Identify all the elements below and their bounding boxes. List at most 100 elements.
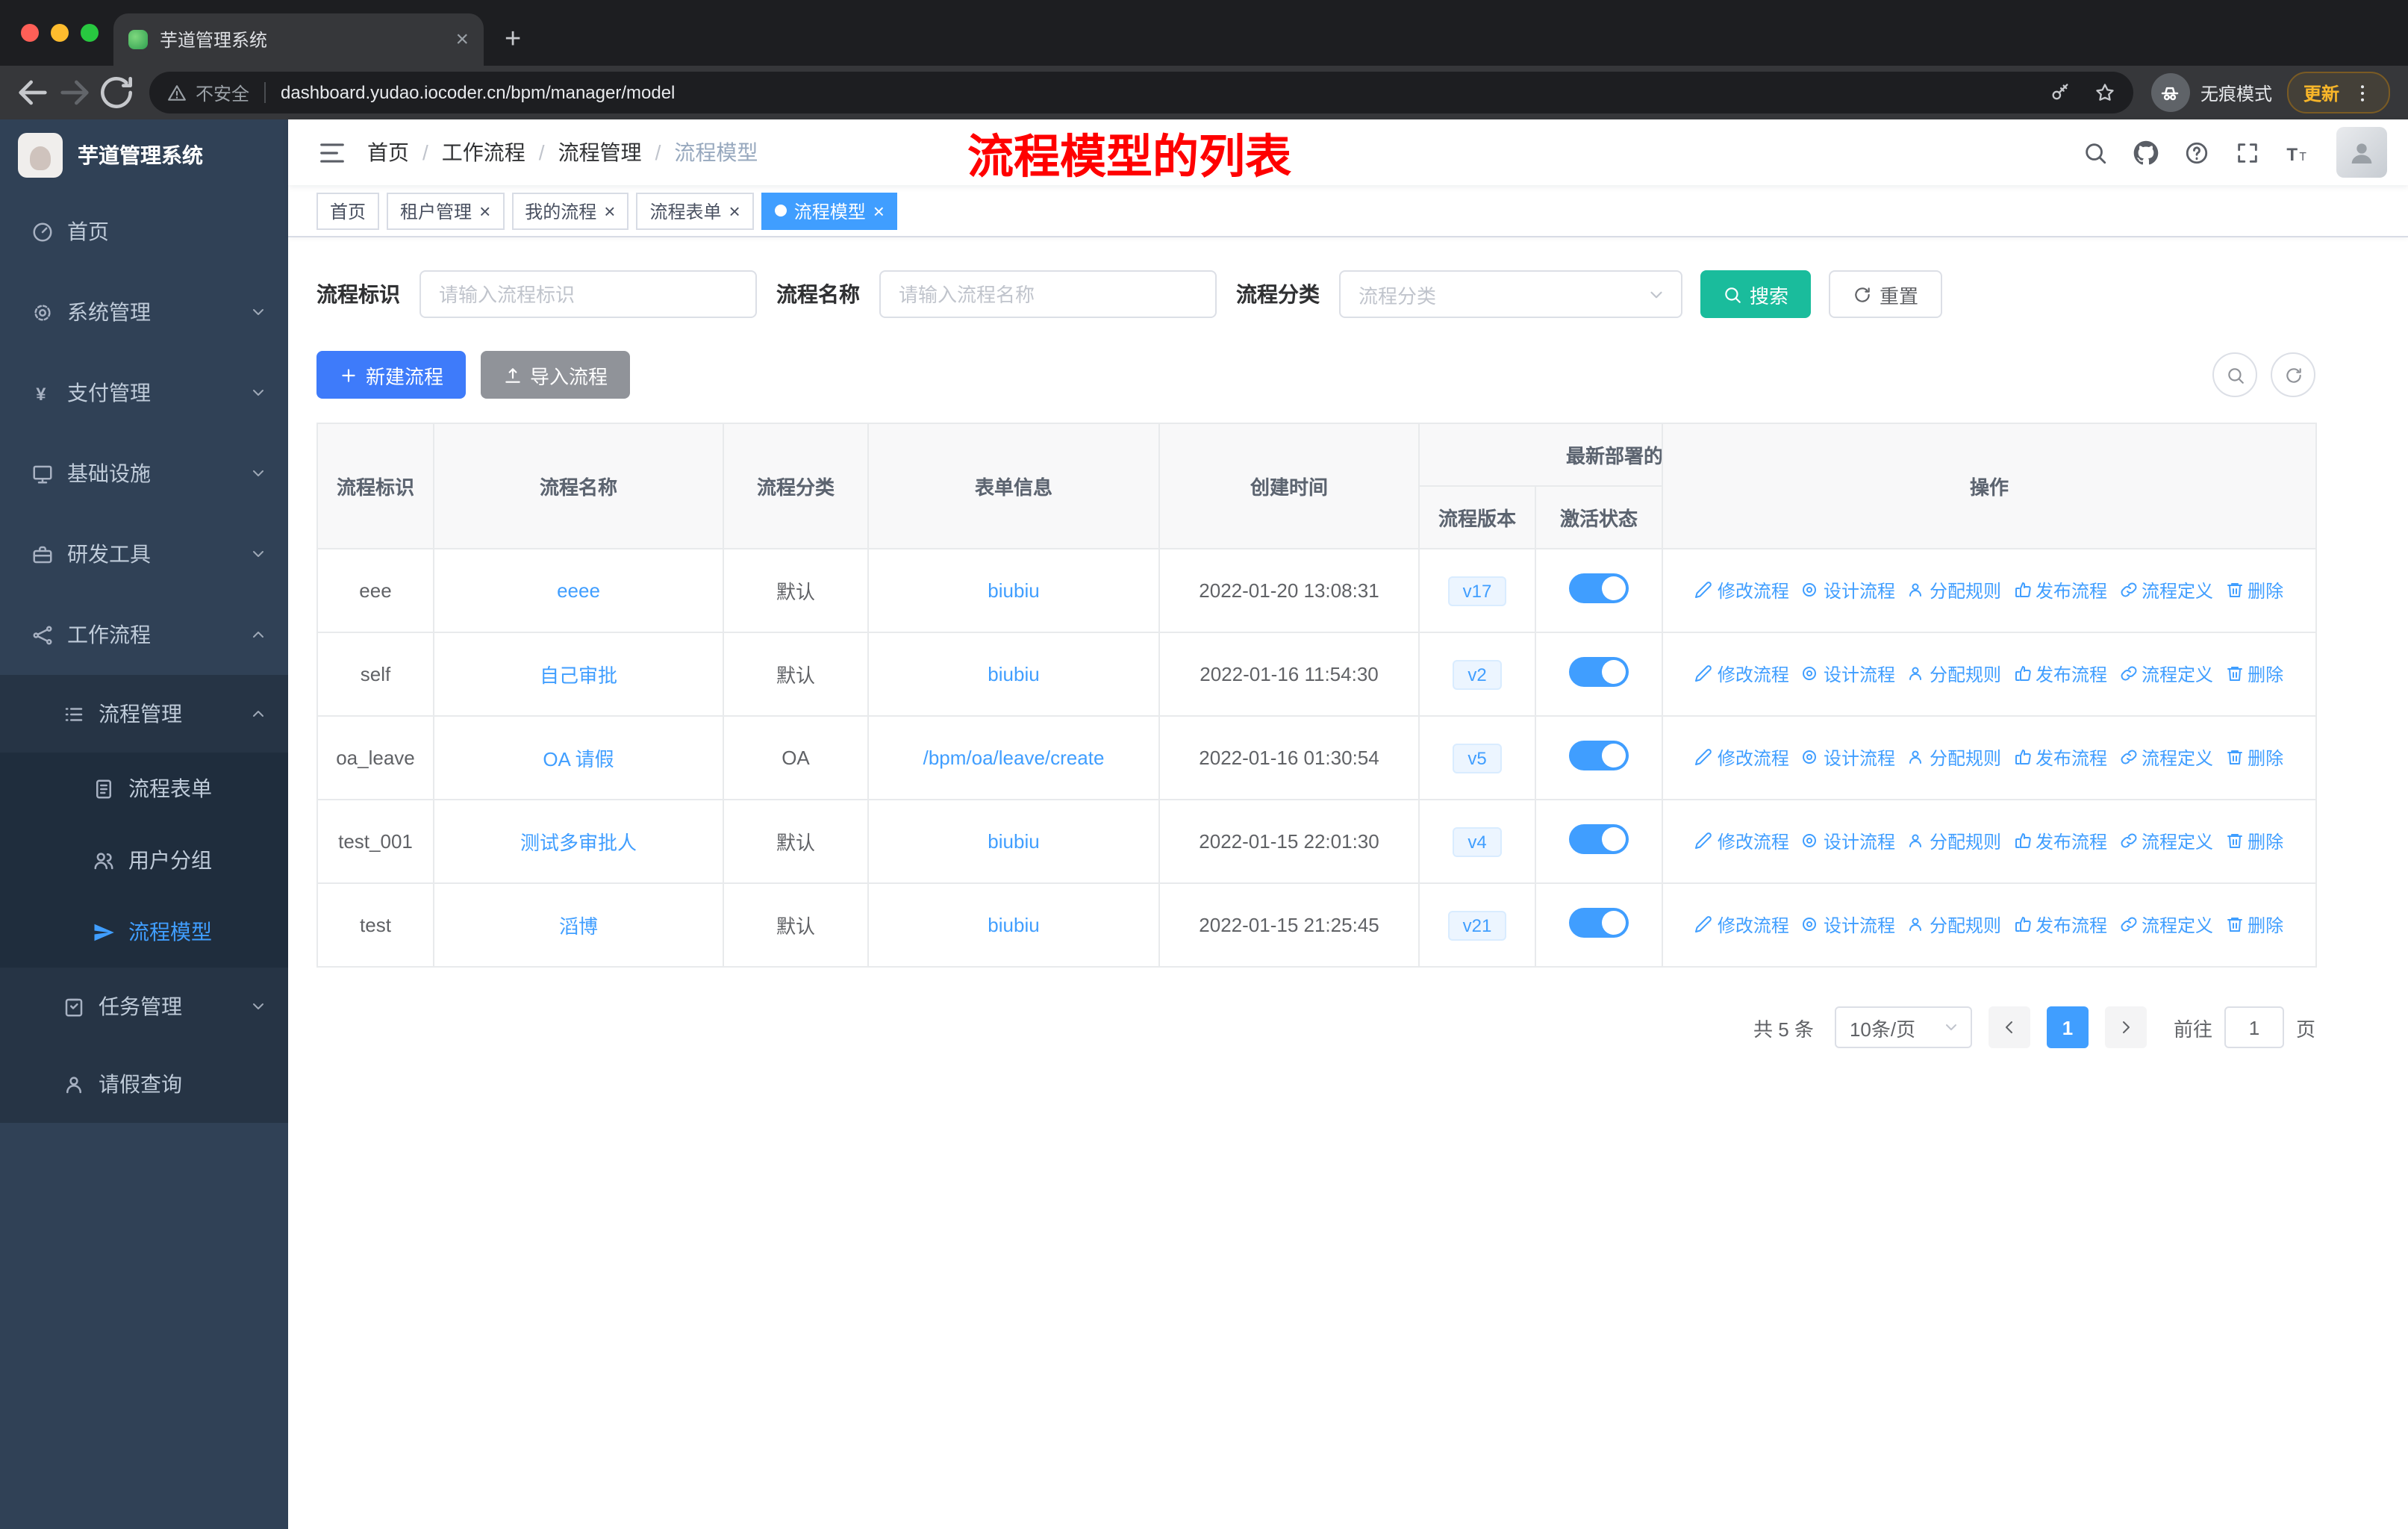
table-refresh-button[interactable] <box>2271 352 2315 397</box>
action-design-link[interactable]: 设计流程 <box>1801 661 1895 687</box>
breadcrumb-item[interactable]: 流程管理 <box>558 137 642 167</box>
browser-update-button[interactable]: 更新 <box>2286 72 2390 113</box>
search-button[interactable]: 搜索 <box>1700 270 1812 318</box>
tab-process-model[interactable]: 流程模型 × <box>761 192 898 229</box>
close-icon[interactable]: × <box>479 201 490 220</box>
process-name-link[interactable]: OA 请假 <box>543 748 614 770</box>
window-zoom-button[interactable] <box>81 24 99 42</box>
active-status-toggle[interactable] <box>1569 824 1629 854</box>
sidebar-item-home[interactable]: 首页 <box>0 191 288 272</box>
action-edit-link[interactable]: 修改流程 <box>1695 745 1789 770</box>
version-tag[interactable]: v21 <box>1447 910 1507 940</box>
github-icon[interactable] <box>2133 140 2159 165</box>
action-definition-link[interactable]: 流程定义 <box>2119 912 2213 938</box>
table-search-toggle-button[interactable] <box>2212 352 2257 397</box>
version-tag[interactable]: v2 <box>1453 659 1502 689</box>
action-definition-link[interactable]: 流程定义 <box>2119 578 2213 603</box>
sidebar-item-dev-tools[interactable]: 研发工具 <box>0 514 288 594</box>
back-button[interactable] <box>12 72 54 113</box>
password-key-icon[interactable] <box>2050 82 2071 103</box>
action-definition-link[interactable]: 流程定义 <box>2119 661 2213 687</box>
action-assign-rule-link[interactable]: 分配规则 <box>1907 578 2001 603</box>
process-name-link[interactable]: 滔博 <box>559 915 598 938</box>
action-publish-link[interactable]: 发布流程 <box>2013 661 2107 687</box>
close-icon[interactable]: × <box>729 201 740 220</box>
action-assign-rule-link[interactable]: 分配规则 <box>1907 745 2001 770</box>
tab-my-process[interactable]: 我的流程 × <box>511 192 629 229</box>
action-delete-link[interactable]: 删除 <box>2225 578 2283 603</box>
close-icon[interactable]: × <box>873 201 885 220</box>
user-avatar[interactable] <box>2336 127 2387 178</box>
action-design-link[interactable]: 设计流程 <box>1801 912 1895 938</box>
page-number-button[interactable]: 1 <box>2046 1006 2089 1048</box>
reset-button[interactable]: 重置 <box>1829 270 1943 318</box>
version-tag[interactable]: v4 <box>1453 826 1502 856</box>
goto-page-input[interactable] <box>2224 1006 2284 1048</box>
import-process-button[interactable]: 导入流程 <box>481 351 631 399</box>
action-delete-link[interactable]: 删除 <box>2225 745 2283 770</box>
sidebar-item-process-management[interactable]: 流程管理 <box>0 675 288 753</box>
action-edit-link[interactable]: 修改流程 <box>1695 912 1789 938</box>
create-process-button[interactable]: 新建流程 <box>316 351 467 399</box>
process-id-input[interactable] <box>419 270 757 318</box>
sidebar-item-leave-query[interactable]: 请假查询 <box>0 1045 288 1123</box>
action-publish-link[interactable]: 发布流程 <box>2013 578 2107 603</box>
window-minimize-button[interactable] <box>51 24 69 42</box>
action-design-link[interactable]: 设计流程 <box>1801 745 1895 770</box>
active-status-toggle[interactable] <box>1569 741 1629 770</box>
action-edit-link[interactable]: 修改流程 <box>1695 661 1789 687</box>
form-info-link[interactable]: biubiu <box>988 663 1039 685</box>
tab-close-icon[interactable]: × <box>455 28 469 51</box>
action-edit-link[interactable]: 修改流程 <box>1695 829 1789 854</box>
action-design-link[interactable]: 设计流程 <box>1801 578 1895 603</box>
active-status-toggle[interactable] <box>1569 908 1629 938</box>
form-info-link[interactable]: /bpm/oa/leave/create <box>923 747 1105 769</box>
version-tag[interactable]: v17 <box>1447 576 1507 605</box>
tab-home[interactable]: 首页 <box>316 192 380 229</box>
sidebar-collapse-button[interactable] <box>318 138 346 166</box>
action-assign-rule-link[interactable]: 分配规则 <box>1907 661 2001 687</box>
version-tag[interactable]: v5 <box>1453 743 1502 773</box>
window-close-button[interactable] <box>21 24 39 42</box>
new-tab-button[interactable]: + <box>505 25 521 54</box>
action-assign-rule-link[interactable]: 分配规则 <box>1907 829 2001 854</box>
process-name-link[interactable]: 测试多审批人 <box>520 832 637 854</box>
page-size-select[interactable]: 10条/页 <box>1834 1006 1972 1048</box>
prev-page-button[interactable] <box>1988 1006 2030 1048</box>
action-design-link[interactable]: 设计流程 <box>1801 829 1895 854</box>
process-name-link[interactable]: 自己审批 <box>540 664 617 687</box>
reload-button[interactable] <box>96 72 137 113</box>
process-name-link[interactable]: eeee <box>557 579 600 602</box>
active-status-toggle[interactable] <box>1569 657 1629 687</box>
font-size-icon[interactable]: TT <box>2286 140 2311 165</box>
action-publish-link[interactable]: 发布流程 <box>2013 829 2107 854</box>
sidebar-item-system[interactable]: 系统管理 <box>0 272 288 352</box>
process-category-select[interactable]: 流程分类 <box>1339 270 1682 318</box>
breadcrumb-item[interactable]: 工作流程 <box>442 137 525 167</box>
bookmark-star-icon[interactable] <box>2094 82 2115 103</box>
action-publish-link[interactable]: 发布流程 <box>2013 745 2107 770</box>
sidebar-item-payment[interactable]: ¥ 支付管理 <box>0 352 288 433</box>
action-assign-rule-link[interactable]: 分配规则 <box>1907 912 2001 938</box>
action-definition-link[interactable]: 流程定义 <box>2119 745 2213 770</box>
next-page-button[interactable] <box>2104 1006 2147 1048</box>
sidebar-item-process-model[interactable]: 流程模型 <box>0 896 288 968</box>
action-publish-link[interactable]: 发布流程 <box>2013 912 2107 938</box>
process-name-input[interactable] <box>879 270 1217 318</box>
address-bar[interactable]: 不安全 dashboard.yudao.iocoder.cn/bpm/manag… <box>149 72 2133 113</box>
form-info-link[interactable]: biubiu <box>988 914 1039 936</box>
action-delete-link[interactable]: 删除 <box>2225 661 2283 687</box>
help-icon[interactable] <box>2184 140 2209 165</box>
breadcrumb-item[interactable]: 首页 <box>367 137 409 167</box>
sidebar-item-workflow[interactable]: 工作流程 <box>0 594 288 675</box>
action-delete-link[interactable]: 删除 <box>2225 829 2283 854</box>
browser-tab[interactable]: 芋道管理系统 × <box>113 13 484 66</box>
sidebar-item-infrastructure[interactable]: 基础设施 <box>0 433 288 514</box>
tab-tenant-management[interactable]: 租户管理 × <box>387 192 505 229</box>
active-status-toggle[interactable] <box>1569 573 1629 603</box>
browser-menu-icon[interactable] <box>2351 81 2374 104</box>
app-logo[interactable]: 芋道管理系统 <box>0 119 288 191</box>
action-definition-link[interactable]: 流程定义 <box>2119 829 2213 854</box>
sidebar-item-task-management[interactable]: 任务管理 <box>0 968 288 1045</box>
close-icon[interactable]: × <box>604 201 615 220</box>
